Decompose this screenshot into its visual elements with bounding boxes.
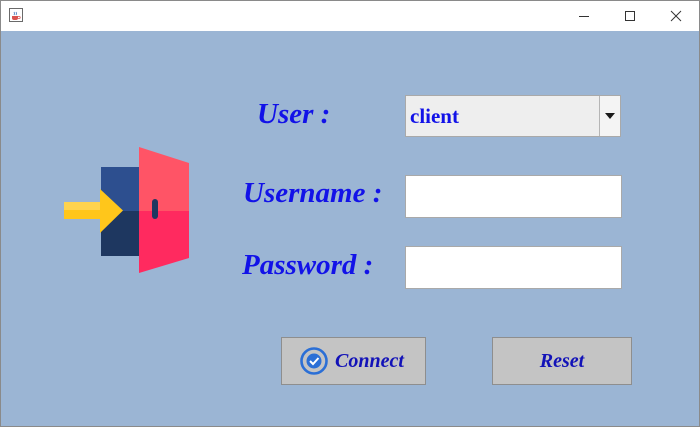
minimize-icon xyxy=(579,16,589,17)
check-circle-icon xyxy=(300,347,328,375)
combo-arrow-button[interactable] xyxy=(599,96,620,136)
login-form: User : client Username : Password : Conn… xyxy=(1,31,699,426)
connect-label: Connect xyxy=(335,349,404,372)
login-window: User : client Username : Password : Conn… xyxy=(0,0,700,427)
title-bar[interactable] xyxy=(1,1,699,31)
close-icon xyxy=(670,10,682,22)
login-door-arrow-icon xyxy=(64,147,189,273)
chevron-down-icon xyxy=(605,113,615,119)
java-cup-icon xyxy=(9,8,23,22)
connect-button[interactable]: Connect xyxy=(281,337,426,385)
close-button[interactable] xyxy=(653,1,699,31)
reset-button[interactable]: Reset xyxy=(492,337,632,385)
user-label: User : xyxy=(257,98,331,130)
user-role-selected: client xyxy=(410,104,459,128)
username-label: Username : xyxy=(243,177,383,209)
password-input[interactable] xyxy=(405,246,622,289)
maximize-button[interactable] xyxy=(607,1,653,31)
reset-label: Reset xyxy=(539,349,585,372)
user-role-select[interactable]: client xyxy=(405,95,621,137)
username-input[interactable] xyxy=(405,175,622,218)
password-label: Password : xyxy=(242,249,374,281)
minimize-button[interactable] xyxy=(561,1,607,31)
maximize-icon xyxy=(625,11,635,21)
